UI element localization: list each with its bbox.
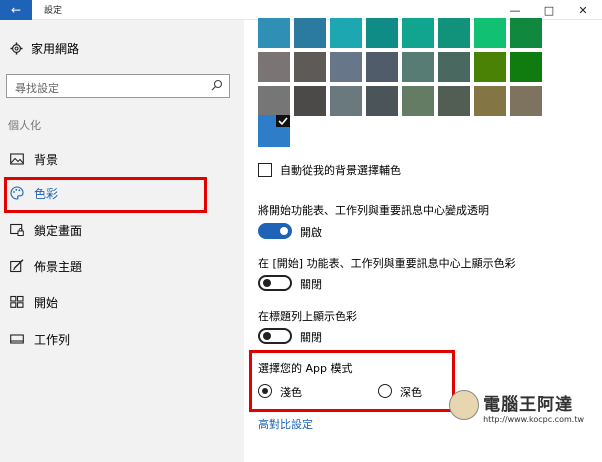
color-swatch[interactable] xyxy=(258,18,290,48)
color-swatch[interactable] xyxy=(510,86,542,116)
minimize-button[interactable]: — xyxy=(498,0,532,20)
color-swatch[interactable] xyxy=(366,86,398,116)
color-swatch[interactable] xyxy=(330,86,362,116)
start-color-label: 在 [開始] 功能表、工作列與重要訊息中心上顯示色彩 xyxy=(258,257,516,270)
home-link[interactable]: 家用網路 xyxy=(10,40,79,57)
start-grid-icon xyxy=(10,295,24,308)
transparency-state: 開啟 xyxy=(300,226,322,239)
color-swatch[interactable] xyxy=(258,86,290,116)
watermark-title: 電腦王阿達 xyxy=(483,395,574,415)
transparency-label: 將開始功能表、工作列與重要訊息中心變成透明 xyxy=(258,204,489,217)
color-swatch[interactable] xyxy=(294,52,326,82)
maximize-button[interactable]: □ xyxy=(532,0,566,20)
search-placeholder: 尋找設定 xyxy=(15,82,59,95)
auto-color-checkbox[interactable]: 自動從我的背景選擇輔色 xyxy=(258,162,401,178)
color-swatch[interactable] xyxy=(402,52,434,82)
color-swatch[interactable] xyxy=(438,52,470,82)
section-title: 個人化 xyxy=(8,119,41,132)
highlight-box xyxy=(249,350,455,412)
color-swatch[interactable] xyxy=(294,18,326,48)
checkbox-box[interactable] xyxy=(258,163,272,177)
color-swatch[interactable] xyxy=(438,86,470,116)
color-swatch[interactable] xyxy=(366,52,398,82)
maximize-icon: □ xyxy=(543,3,555,17)
title-bar: ← 設定 — □ ✕ xyxy=(0,0,602,20)
sidebar-item-label: 開始 xyxy=(34,295,59,310)
search-icon xyxy=(211,79,223,91)
home-label: 家用網路 xyxy=(31,42,80,56)
lock-screen-icon xyxy=(10,223,24,236)
color-swatch[interactable] xyxy=(474,18,506,48)
color-swatch[interactable] xyxy=(438,18,470,48)
color-swatch[interactable] xyxy=(402,86,434,116)
color-swatch[interactable] xyxy=(474,86,506,116)
minimize-icon: — xyxy=(509,3,521,17)
back-arrow-icon: ← xyxy=(10,3,22,17)
watermark-url: http://www.kocpc.com.tw xyxy=(483,415,584,424)
sidebar-item-label: 佈景主題 xyxy=(34,259,83,274)
sidebar: 家用網路 尋找設定 個人化 背景 色彩 鎖定畫面 佈景主題 開始 工作列 xyxy=(0,20,244,462)
color-swatch[interactable] xyxy=(258,52,290,82)
brush-icon xyxy=(10,259,24,273)
start-color-toggle[interactable] xyxy=(258,275,292,291)
color-swatch[interactable] xyxy=(510,52,542,82)
sidebar-item-taskbar[interactable]: 工作列 xyxy=(0,322,244,356)
sidebar-item-background[interactable]: 背景 xyxy=(0,142,244,176)
color-swatch[interactable] xyxy=(474,52,506,82)
titlebar-color-toggle[interactable] xyxy=(258,328,292,344)
sidebar-item-themes[interactable]: 佈景主題 xyxy=(0,249,244,283)
sidebar-item-lock-screen[interactable]: 鎖定畫面 xyxy=(0,213,244,247)
highlight-box xyxy=(4,177,207,213)
color-swatch[interactable] xyxy=(330,52,362,82)
close-icon: ✕ xyxy=(578,3,588,17)
check-icon xyxy=(276,115,290,127)
start-color-state: 關閉 xyxy=(300,278,322,291)
color-swatch[interactable] xyxy=(294,86,326,116)
sidebar-item-label: 背景 xyxy=(34,152,59,167)
color-swatch[interactable] xyxy=(510,18,542,48)
back-button[interactable]: ← xyxy=(0,0,32,20)
color-swatch[interactable] xyxy=(330,18,362,48)
high-contrast-link[interactable]: 高對比設定 xyxy=(258,416,313,432)
gear-icon xyxy=(10,42,23,55)
color-swatch[interactable] xyxy=(366,18,398,48)
image-icon xyxy=(10,153,24,165)
search-input[interactable]: 尋找設定 xyxy=(6,74,230,98)
sidebar-item-label: 工作列 xyxy=(34,332,71,347)
titlebar-color-label: 在標題列上顯示色彩 xyxy=(258,310,357,323)
sidebar-item-start[interactable]: 開始 xyxy=(0,285,244,319)
titlebar-color-state: 關閉 xyxy=(300,331,322,344)
watermark: 電腦王阿達 http://www.kocpc.com.tw xyxy=(449,390,584,424)
taskbar-icon xyxy=(10,334,24,344)
selected-color-swatch[interactable] xyxy=(258,115,290,147)
window-title: 設定 xyxy=(44,6,63,16)
mascot-logo xyxy=(449,390,480,420)
color-swatch[interactable] xyxy=(402,18,434,48)
close-button[interactable]: ✕ xyxy=(566,0,600,20)
transparency-toggle[interactable] xyxy=(258,223,292,239)
sidebar-item-label: 鎖定畫面 xyxy=(34,223,83,238)
auto-color-label: 自動從我的背景選擇輔色 xyxy=(280,164,401,177)
